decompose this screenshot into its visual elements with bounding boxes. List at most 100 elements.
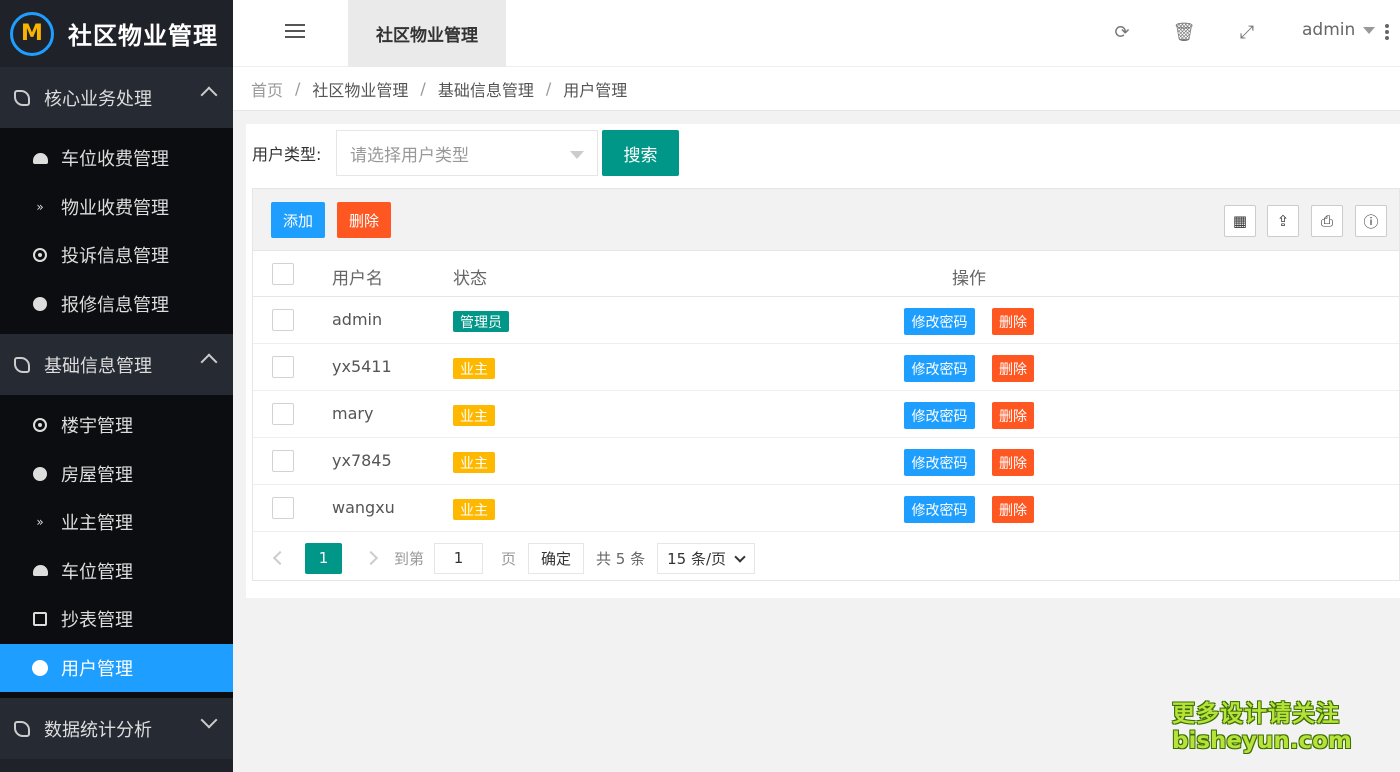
sidebar-group-basic[interactable]: 基础信息管理 — [0, 334, 233, 395]
change-password-button[interactable]: 修改密码 — [904, 402, 975, 429]
sidebar-item-property-fee[interactable]: » 物业收费管理 — [0, 183, 233, 232]
chevron-down-icon — [734, 550, 746, 563]
select-all-checkbox[interactable] — [272, 263, 294, 285]
sidebar-item-label: 车位收费管理 — [61, 149, 169, 171]
sidebar-item-building[interactable]: 楼宇管理 — [0, 401, 233, 450]
breadcrumb-current: 用户管理 — [563, 80, 628, 100]
delete-button[interactable]: 删除 — [992, 355, 1034, 382]
sidebar-group-core[interactable]: 核心业务处理 — [0, 67, 233, 128]
more-icon[interactable] — [1385, 24, 1389, 40]
delete-button[interactable]: 删除 — [992, 402, 1034, 429]
confirm-page-button[interactable]: 确定 — [528, 542, 585, 574]
next-page-icon[interactable] — [363, 550, 379, 566]
chevron-up-icon — [200, 353, 218, 371]
leaf-icon — [14, 720, 30, 737]
sidebar-group-basic-items: 楼宇管理 房屋管理 » 业主管理 车位管理 抄表管理 用户管理 — [0, 395, 233, 698]
sidebar-item-parking-fee[interactable]: 车位收费管理 — [0, 134, 233, 183]
change-password-button[interactable]: 修改密码 — [904, 308, 975, 335]
current-page[interactable]: 1 — [305, 542, 342, 574]
change-password-button[interactable]: 修改密码 — [904, 496, 975, 523]
search-label: 用户类型: — [252, 145, 322, 164]
print-icon[interactable]: ⎙ — [1311, 205, 1343, 237]
app-title: 社区物业管理 — [68, 22, 218, 50]
breadcrumb-item[interactable]: 基础信息管理 — [438, 77, 534, 101]
row-checkbox[interactable] — [272, 450, 294, 472]
sidebar-item-label: 楼宇管理 — [61, 416, 133, 438]
sidebar-item-owner[interactable]: » 业主管理 — [0, 498, 233, 547]
sidebar-item-user[interactable]: 用户管理 — [0, 643, 233, 692]
sidebar: M 社区物业管理 核心业务处理 车位收费管理 » 物业收费管理 投诉信息管理 报… — [0, 0, 233, 772]
chevron-up-icon — [200, 86, 218, 104]
watermark: 更多设计请关注 bisheyun.com — [1172, 694, 1352, 754]
target-icon — [32, 417, 48, 433]
cell-username: admin — [332, 310, 383, 329]
status-badge: 业主 — [453, 358, 495, 379]
search-row: 用户类型: 请选择用户类型 搜索 — [252, 130, 679, 176]
delete-button[interactable]: 删除 — [992, 308, 1034, 335]
select-placeholder: 请选择用户类型 — [350, 145, 469, 166]
change-password-button[interactable]: 修改密码 — [904, 449, 975, 476]
table-row: yx7845 业主 修改密码 删除 — [253, 438, 1399, 485]
row-checkbox[interactable] — [272, 497, 294, 519]
status-badge: 管理员 — [453, 311, 509, 332]
sidebar-item-house[interactable]: 房屋管理 — [0, 450, 233, 499]
row-checkbox[interactable] — [272, 356, 294, 378]
page-size-select[interactable]: 15 条/页 — [657, 542, 756, 574]
caret-down-icon — [1363, 26, 1376, 34]
sidebar-item-label: 业主管理 — [61, 513, 133, 535]
info-icon[interactable]: ⓘ — [1355, 205, 1387, 237]
main-card: 用户类型: 请选择用户类型 搜索 添加 删除 ▦ ⇪ ⎙ ⓘ 用户名 状态 操作… — [246, 124, 1400, 598]
trash-icon[interactable]: 🗑 — [1173, 22, 1196, 43]
prev-page-icon[interactable] — [272, 550, 288, 566]
table-row: wangxu 业主 修改密码 删除 — [253, 485, 1399, 532]
page-input[interactable]: 1 — [434, 542, 484, 574]
menu-toggle-icon[interactable] — [285, 24, 305, 40]
sidebar-group-stats[interactable]: 数据统计分析 — [0, 698, 233, 759]
sidebar-item-meter[interactable]: 抄表管理 — [0, 595, 233, 644]
sidebar-item-label: 用户管理 — [61, 658, 133, 680]
sidebar-group-label: 数据统计分析 — [44, 719, 152, 741]
breadcrumb-item[interactable]: 社区物业管理 — [312, 77, 408, 101]
user-circle-icon — [32, 659, 48, 676]
header-status: 状态 — [453, 269, 487, 289]
tab-community[interactable]: 社区物业管理 — [348, 0, 506, 67]
delete-button[interactable]: 删除 — [992, 449, 1034, 476]
sidebar-item-repair[interactable]: 报修信息管理 — [0, 280, 233, 329]
sidebar-item-label: 抄表管理 — [61, 610, 133, 632]
breadcrumb-home[interactable]: 首页 — [251, 77, 283, 101]
search-button[interactable]: 搜索 — [602, 130, 679, 176]
header-operation: 操作 — [952, 269, 986, 289]
user-table: 添加 删除 ▦ ⇪ ⎙ ⓘ 用户名 状态 操作 admin 管理员 修改密码 删… — [252, 188, 1400, 581]
sidebar-item-parking[interactable]: 车位管理 — [0, 547, 233, 596]
refresh-icon[interactable]: ⟳ — [1112, 22, 1132, 43]
export-icon[interactable]: ⇪ — [1267, 205, 1299, 237]
columns-icon[interactable]: ▦ — [1224, 205, 1256, 237]
batch-delete-button[interactable]: 删除 — [337, 202, 391, 238]
add-button[interactable]: 添加 — [271, 202, 325, 238]
row-checkbox[interactable] — [272, 403, 294, 425]
edit-icon — [32, 611, 48, 627]
delete-button[interactable]: 删除 — [992, 496, 1034, 523]
double-chevron-down-icon: » — [36, 199, 44, 214]
row-checkbox[interactable] — [272, 309, 294, 331]
table-header: 用户名 状态 操作 — [253, 251, 1399, 297]
user-menu[interactable]: admin — [1302, 20, 1376, 40]
logo: M 社区物业管理 — [0, 0, 233, 67]
status-badge: 业主 — [453, 452, 495, 473]
sidebar-item-label: 车位管理 — [61, 561, 133, 583]
sidebar-group-core-items: 车位收费管理 » 物业收费管理 投诉信息管理 报修信息管理 — [0, 128, 233, 334]
breadcrumb: 首页 / 社区物业管理 / 基础信息管理 / 用户管理 — [233, 67, 1400, 111]
user-type-select[interactable]: 请选择用户类型 — [336, 130, 598, 176]
leaf-icon — [14, 89, 30, 106]
change-password-button[interactable]: 修改密码 — [904, 355, 975, 382]
caret-down-icon — [570, 151, 584, 159]
table-row: admin 管理员 修改密码 删除 — [253, 297, 1399, 344]
sidebar-item-complaint[interactable]: 投诉信息管理 — [0, 231, 233, 280]
fullscreen-icon[interactable]: ⤢ — [1237, 22, 1257, 43]
header-username: 用户名 — [332, 269, 383, 289]
dashboard-icon — [32, 563, 48, 579]
chevron-down-icon — [200, 711, 218, 729]
user-name: admin — [1302, 20, 1356, 40]
double-chevron-down-icon: » — [36, 515, 44, 530]
watermark-line2: bisheyun.com — [1172, 728, 1352, 754]
